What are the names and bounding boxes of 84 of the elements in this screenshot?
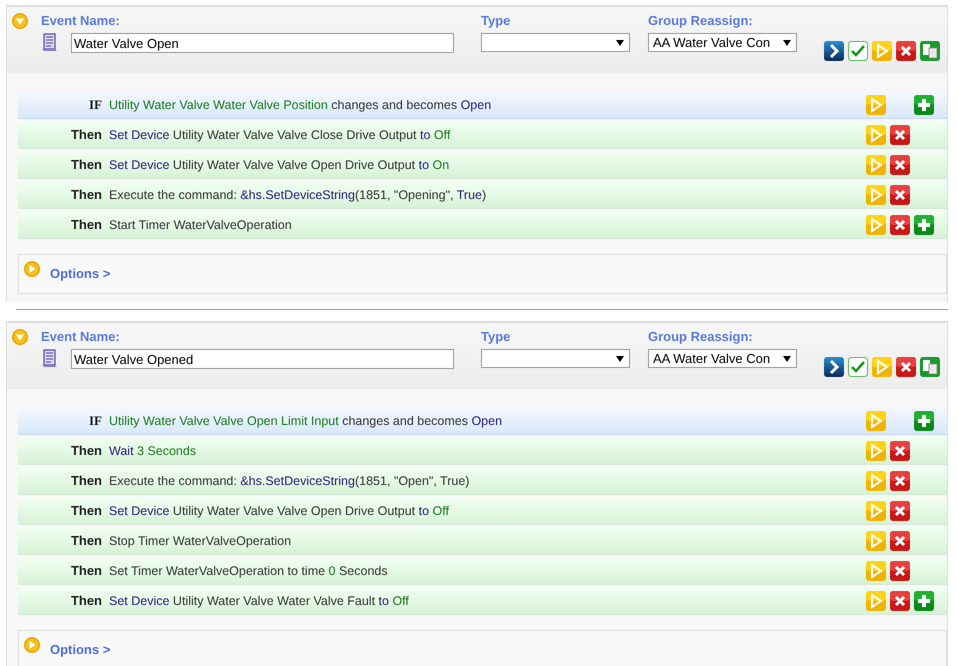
next-button[interactable]	[824, 357, 844, 377]
document-icon[interactable]	[41, 349, 59, 369]
type-label: Type	[481, 329, 512, 345]
options-link[interactable]: Options >	[50, 266, 110, 281]
action-row[interactable]: Then Wait 3 Seconds	[18, 437, 947, 465]
rule-text: Execute the command: &hs.SetDeviceString(1851, "Open", True)	[109, 474, 470, 488]
event-name-label: Event Name:	[41, 329, 121, 345]
delete-button[interactable]	[890, 214, 910, 234]
rule-text: Set Device Utility Water Valve Valve Open Drive Output to Off	[109, 504, 450, 518]
delete-button[interactable]	[890, 154, 910, 174]
delete-button[interactable]	[890, 530, 910, 550]
add-button[interactable]	[914, 214, 934, 234]
group-reassign-label: Group Reassign:	[648, 329, 754, 345]
then-label: Then	[70, 157, 102, 172]
action-row[interactable]: Then Execute the command: &hs.SetDeviceString(1851, "Open", True)	[18, 467, 947, 495]
group-reassign-label: Group Reassign:	[648, 13, 754, 29]
event-name-label: Event Name:	[41, 13, 121, 29]
rule-text: Utility Water Valve Valve Open Limit Input changes and becomes Open	[109, 414, 504, 428]
action-row[interactable]: Then Stop Timer WaterValveOperation	[18, 527, 947, 555]
rule-text: Set Device Utility Water Valve Valve Open Drive Output to On	[109, 158, 450, 172]
delete-button[interactable]	[890, 184, 910, 204]
delete-button[interactable]	[896, 41, 916, 61]
document-icon[interactable]	[41, 33, 59, 53]
rule-text: Set Device Utility Water Valve Water Valve Fault to Off	[109, 594, 410, 608]
then-label: Then	[70, 533, 102, 548]
rule-text: Wait 3 Seconds	[109, 444, 198, 458]
caret-icon	[616, 356, 624, 362]
delete-button[interactable]	[890, 124, 910, 144]
action-row[interactable]: Then Set Device Utility Water Valve Valve Open Drive Output to Off	[18, 497, 947, 525]
caret-icon	[783, 40, 791, 46]
delete-button[interactable]	[890, 560, 910, 580]
trigger-row[interactable]: IF Utility Water Valve Valve Open Limit Input changes and becomes Open	[18, 407, 947, 435]
rule-text: Execute the command: &hs.SetDeviceString(1851, "Opening", True)	[109, 188, 488, 202]
check-button[interactable]	[848, 41, 868, 61]
event-name-field[interactable]: Water Valve Opened	[71, 349, 454, 369]
copy-button[interactable]	[920, 357, 940, 377]
copy-button[interactable]	[920, 41, 940, 61]
then-label: Then	[70, 563, 102, 578]
expand-icon[interactable]	[24, 637, 40, 653]
if-label: IF	[88, 412, 102, 428]
rule-text: Utility Water Valve Water Valve Position changes and becomes Open	[109, 98, 492, 112]
then-label: Then	[70, 443, 102, 458]
add-button[interactable]	[914, 410, 934, 430]
action-row[interactable]: Then Set Device Utility Water Valve Water Valve Fault to Off	[18, 587, 947, 615]
trigger-row[interactable]: IF Utility Water Valve Water Valve Position changes and becomes Open	[18, 91, 947, 119]
run-button[interactable]	[866, 410, 886, 430]
group-reassign-dropdown[interactable]: AA Water Valve Con	[648, 349, 797, 368]
delete-button[interactable]	[890, 440, 910, 460]
expand-icon[interactable]	[24, 261, 40, 277]
group-reassign-dropdown[interactable]: AA Water Valve Con	[648, 33, 797, 52]
collapse-toggle-icon[interactable]	[12, 329, 28, 345]
delete-button[interactable]	[890, 500, 910, 520]
rule-text: Start Timer WaterValveOperation	[109, 218, 293, 232]
rule-text: Set Timer WaterValveOperation to time 0 Seconds	[109, 564, 389, 578]
options-link[interactable]: Options >	[50, 642, 110, 657]
caret-icon	[616, 40, 624, 46]
then-label: Then	[70, 593, 102, 608]
next-button[interactable]	[824, 41, 844, 61]
then-label: Then	[70, 473, 102, 488]
type-label: Type	[481, 13, 512, 29]
delete-button[interactable]	[890, 470, 910, 490]
if-label: IF	[88, 96, 102, 112]
run-button[interactable]	[866, 94, 886, 114]
add-button[interactable]	[914, 590, 934, 610]
delete-button[interactable]	[890, 590, 910, 610]
type-dropdown[interactable]	[481, 349, 630, 368]
then-label: Then	[70, 217, 102, 232]
then-label: Then	[70, 187, 102, 202]
then-label: Then	[70, 127, 102, 142]
rule-text: Stop Timer WaterValveOperation	[109, 534, 292, 548]
check-button[interactable]	[848, 357, 868, 377]
action-row[interactable]: Then Set Device Utility Water Valve Valve Close Drive Output to Off	[18, 121, 947, 149]
then-label: Then	[70, 503, 102, 518]
caret-icon	[783, 356, 791, 362]
event-name-field[interactable]: Water Valve Open	[71, 33, 454, 53]
delete-button[interactable]	[896, 357, 916, 377]
collapse-toggle-icon[interactable]	[12, 13, 28, 29]
type-dropdown[interactable]	[481, 33, 630, 52]
action-row[interactable]: Then Set Device Utility Water Valve Valve Open Drive Output to On	[18, 151, 947, 179]
action-row[interactable]: Then Execute the command: &hs.SetDeviceString(1851, "Opening", True)	[18, 181, 947, 209]
action-row[interactable]: Then Set Timer WaterValveOperation to time 0 Seconds	[18, 557, 947, 585]
rule-text: Set Device Utility Water Valve Valve Close Drive Output to Off	[109, 128, 452, 142]
action-row[interactable]: Then Start Timer WaterValveOperation	[18, 211, 947, 239]
add-button[interactable]	[914, 94, 934, 114]
